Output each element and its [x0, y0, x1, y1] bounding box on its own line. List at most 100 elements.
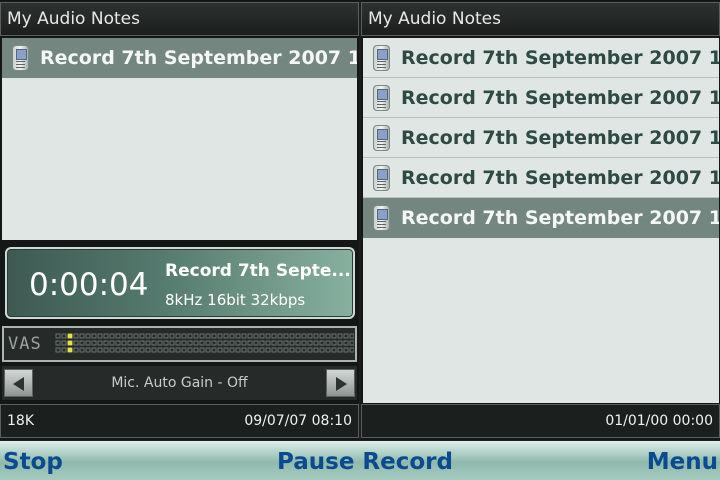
level-cell	[103, 333, 109, 339]
right-audio-list: Record 7th September 2007 15-... Record 7…	[363, 38, 719, 403]
level-cell	[277, 333, 283, 339]
level-cell	[337, 347, 343, 353]
level-cell	[295, 340, 301, 346]
level-cell	[343, 340, 349, 346]
left-title-bar: My Audio Notes	[0, 2, 359, 36]
level-cell	[313, 340, 319, 346]
level-cell	[199, 340, 205, 346]
level-cell	[115, 333, 121, 339]
level-cell	[157, 340, 163, 346]
level-cell	[181, 347, 187, 353]
level-cell	[127, 347, 133, 353]
level-cell	[319, 333, 325, 339]
level-cell	[349, 347, 354, 353]
list-item[interactable]: Record 7th September 2007 15-...	[363, 158, 719, 198]
menu-softkey[interactable]: Menu	[647, 441, 718, 480]
arrow-right-icon[interactable]	[326, 369, 355, 397]
pause-record-softkey[interactable]: Pause Record	[0, 441, 720, 480]
level-cell	[241, 340, 247, 346]
level-cell	[193, 333, 199, 339]
level-cell	[163, 347, 169, 353]
level-cell	[313, 333, 319, 339]
list-item[interactable]: Record 7th September 2007 15-...	[363, 198, 719, 238]
level-cell	[253, 333, 259, 339]
list-item[interactable]: Record 7th September 2007 15-...	[2, 38, 357, 78]
level-cell	[301, 340, 307, 346]
level-cell	[187, 340, 193, 346]
level-cell	[211, 333, 217, 339]
list-item-label: Record 7th September 2007 15-...	[401, 207, 719, 229]
level-cell	[109, 340, 115, 346]
list-item[interactable]: Record 7th September 2007 15-...	[363, 38, 719, 78]
level-cell	[271, 347, 277, 353]
level-cell	[151, 347, 157, 353]
audio-format: 8kHz 16bit 32kbps	[165, 291, 306, 309]
level-cell	[181, 340, 187, 346]
level-cell	[163, 333, 169, 339]
level-cell	[61, 333, 67, 339]
level-cell	[139, 347, 145, 353]
level-cell	[91, 347, 97, 353]
list-item-label: Record 7th September 2007 15-...	[401, 47, 719, 69]
phone-icon	[373, 205, 390, 231]
level-cell	[319, 340, 325, 346]
level-cell	[205, 347, 211, 353]
level-cell	[175, 347, 181, 353]
level-cell	[127, 340, 133, 346]
level-cell	[151, 333, 157, 339]
level-cell	[283, 333, 289, 339]
list-item-label: Record 7th September 2007 15-...	[401, 167, 719, 189]
level-cell	[205, 333, 211, 339]
level-cell	[217, 340, 223, 346]
level-cell	[289, 333, 295, 339]
level-cell	[193, 347, 199, 353]
list-item[interactable]: Record 7th September 2007 15-...	[363, 118, 719, 158]
file-size: 18K	[7, 413, 34, 429]
level-cell	[103, 347, 109, 353]
level-cell	[313, 347, 319, 353]
arrow-left-icon[interactable]	[4, 369, 33, 397]
level-cell	[169, 340, 175, 346]
level-cell	[223, 340, 229, 346]
phone-icon	[12, 45, 29, 71]
level-cell	[151, 340, 157, 346]
level-cell	[169, 333, 175, 339]
level-cell	[271, 333, 277, 339]
vas-bar: VAS	[2, 326, 357, 362]
level-cell	[127, 333, 133, 339]
level-cell	[271, 340, 277, 346]
level-cell	[55, 347, 61, 353]
level-cell	[265, 333, 271, 339]
level-cell	[259, 333, 265, 339]
level-cell	[85, 347, 91, 353]
level-cell	[133, 347, 139, 353]
phone-icon	[373, 165, 390, 191]
level-cell	[247, 340, 253, 346]
level-cell	[337, 340, 343, 346]
level-cell	[295, 333, 301, 339]
level-cell	[337, 333, 343, 339]
level-cell	[109, 333, 115, 339]
level-cell	[229, 333, 235, 339]
phone-icon	[373, 45, 390, 71]
level-cell	[79, 347, 85, 353]
level-cell	[145, 333, 151, 339]
level-cell	[211, 347, 217, 353]
level-cell	[229, 340, 235, 346]
level-cell	[289, 347, 295, 353]
level-cell	[85, 333, 91, 339]
level-cell	[331, 347, 337, 353]
level-cell	[133, 340, 139, 346]
level-cell	[325, 347, 331, 353]
level-cell	[103, 340, 109, 346]
level-cell	[115, 340, 121, 346]
level-cell	[109, 347, 115, 353]
list-item[interactable]: Record 7th September 2007 15-...	[363, 78, 719, 118]
level-cell	[307, 340, 313, 346]
level-cell	[223, 333, 229, 339]
level-cell	[181, 333, 187, 339]
level-cell	[343, 347, 349, 353]
level-cell	[85, 340, 91, 346]
level-cell	[97, 347, 103, 353]
level-cell	[121, 347, 127, 353]
